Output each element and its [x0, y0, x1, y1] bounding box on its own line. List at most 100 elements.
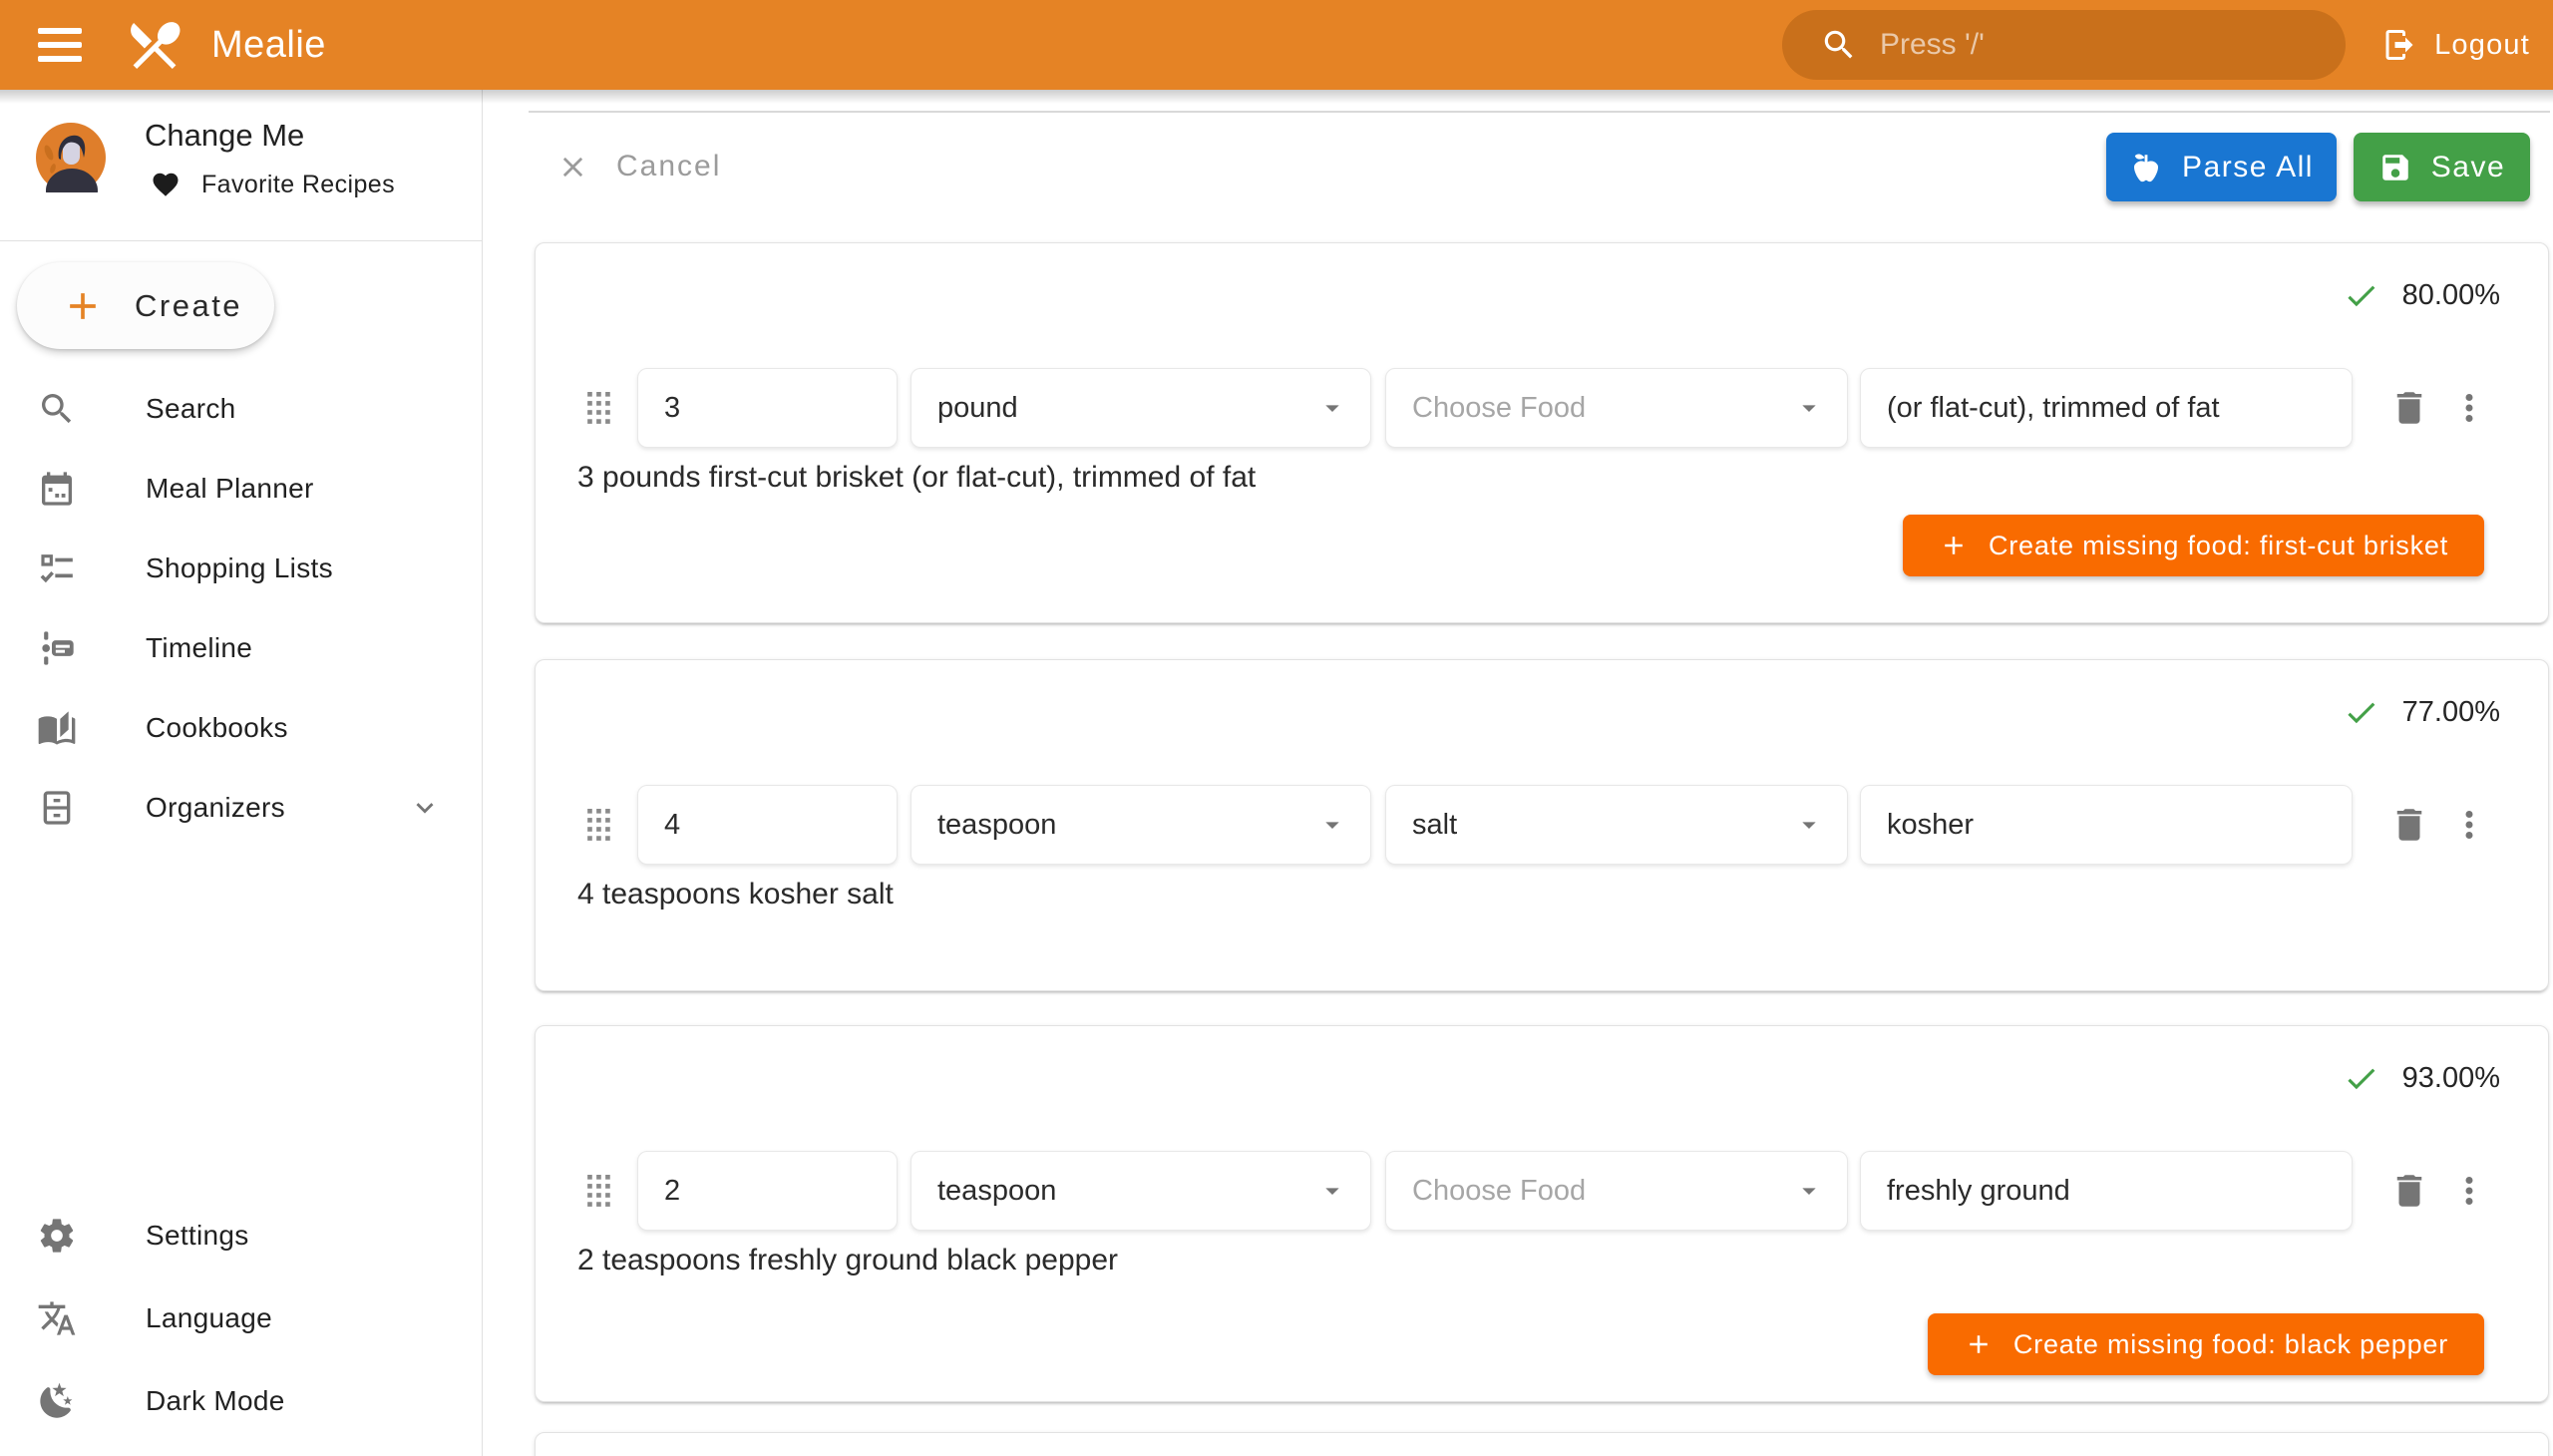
chevron-down-icon: [1316, 809, 1348, 841]
save-label: Save: [2431, 151, 2505, 184]
sidebar-item-organizers[interactable]: Organizers: [0, 768, 482, 848]
unit-value: teaspoon: [937, 809, 1056, 842]
sidebar-item-meal-planner[interactable]: Meal Planner: [0, 449, 482, 529]
chevron-down-icon[interactable]: [408, 791, 442, 825]
more-options-icon[interactable]: [2448, 804, 2490, 846]
confidence-indicator: 93.00%: [2343, 1060, 2500, 1097]
favorite-recipes-link[interactable]: Favorite Recipes: [151, 167, 395, 202]
gear-icon: [37, 1216, 77, 1256]
create-missing-food-label: Create missing food: black pepper: [2013, 1329, 2448, 1360]
magnify-icon: [37, 389, 77, 429]
logout-icon: [2381, 27, 2417, 63]
sidebar-item-label: Organizers: [146, 792, 285, 824]
drag-handle-icon[interactable]: [587, 1175, 610, 1207]
ingredient-card: 80.00% pound Choose Food 3 pounds first-…: [535, 242, 2549, 623]
ingredient-fields-row: pound Choose Food: [536, 368, 2548, 448]
confidence-indicator: 77.00%: [2343, 694, 2500, 731]
food-placeholder: Choose Food: [1412, 1175, 1586, 1208]
confidence-indicator: 80.00%: [2343, 277, 2500, 314]
sidebar-item-search[interactable]: Search: [0, 369, 482, 449]
moon-icon: [37, 1381, 77, 1421]
unit-value: pound: [937, 392, 1018, 425]
food-select[interactable]: Choose Food: [1385, 1151, 1848, 1231]
menu-icon[interactable]: [38, 28, 82, 62]
parse-all-button[interactable]: Parse All: [2106, 133, 2337, 201]
chevron-down-icon: [1316, 1175, 1348, 1207]
unit-value: teaspoon: [937, 1175, 1056, 1208]
drag-handle-icon[interactable]: [587, 809, 610, 841]
ingredient-parser-panel: Cancel Parse All Save 80.00% pound: [483, 90, 2553, 1456]
sidebar-item-label: Shopping Lists: [146, 552, 333, 584]
delete-icon[interactable]: [2388, 387, 2430, 429]
check-icon: [2343, 277, 2379, 314]
sidebar-item-cookbooks[interactable]: Cookbooks: [0, 688, 482, 768]
sidebar-nav: Search Meal Planner Shopping Lists Timel…: [0, 369, 482, 848]
search-input[interactable]: [1880, 28, 2316, 62]
sidebar-item-settings[interactable]: Settings: [0, 1194, 482, 1276]
global-search[interactable]: [1782, 10, 2346, 80]
sidebar-item-label: Language: [146, 1302, 272, 1334]
cabinet-icon: [37, 788, 77, 828]
search-icon: [1820, 26, 1858, 64]
logout-label: Logout: [2434, 29, 2530, 62]
sidebar-item-label: Search: [146, 393, 236, 425]
food-select[interactable]: Choose Food: [1385, 368, 1848, 448]
sidebar-item-label: Settings: [146, 1220, 249, 1252]
create-missing-food-label: Create missing food: first-cut brisket: [1989, 531, 2448, 561]
create-missing-food-button[interactable]: Create missing food: first-cut brisket: [1903, 515, 2484, 576]
quantity-input[interactable]: [637, 1151, 898, 1231]
ingredient-card: 93.00% teaspoon Choose Food 2 teaspoons …: [535, 1025, 2549, 1402]
sidebar-item-language[interactable]: Language: [0, 1276, 482, 1359]
cancel-button[interactable]: Cancel: [556, 137, 721, 196]
apple-icon: [2129, 151, 2163, 184]
parse-all-label: Parse All: [2182, 151, 2314, 184]
create-missing-food-button[interactable]: Create missing food: black pepper: [1928, 1313, 2484, 1375]
create-button-label: Create: [135, 288, 242, 324]
drag-handle-icon[interactable]: [587, 392, 610, 424]
chevron-down-icon: [1793, 392, 1825, 424]
avatar[interactable]: [36, 123, 106, 192]
note-input[interactable]: [1860, 368, 2353, 448]
food-placeholder: Choose Food: [1412, 392, 1586, 425]
chevron-down-icon: [1793, 809, 1825, 841]
plus-icon: [1964, 1329, 1994, 1359]
sidebar-item-dark-mode[interactable]: Dark Mode: [0, 1359, 482, 1442]
chevron-down-icon: [1793, 1175, 1825, 1207]
sidebar-divider: [0, 240, 482, 241]
check-icon: [2343, 1060, 2379, 1097]
sidebar-item-label: Meal Planner: [146, 473, 314, 505]
favorite-recipes-label: Favorite Recipes: [201, 171, 395, 199]
checklist-icon: [37, 548, 77, 588]
app-bar: Mealie Logout: [0, 0, 2553, 90]
sidebar-item-shopping-lists[interactable]: Shopping Lists: [0, 529, 482, 608]
user-name: Change Me: [145, 118, 304, 154]
original-ingredient-text: 4 teaspoons kosher salt: [577, 878, 894, 911]
unit-select[interactable]: teaspoon: [911, 785, 1371, 865]
ingredient-fields-row: teaspoon salt: [536, 785, 2548, 865]
app-title[interactable]: Mealie: [211, 24, 326, 67]
heart-icon: [151, 170, 181, 199]
sidebar-item-timeline[interactable]: Timeline: [0, 608, 482, 688]
calendar-icon: [37, 469, 77, 509]
save-button[interactable]: Save: [2354, 133, 2530, 201]
logout-button[interactable]: Logout: [2381, 0, 2530, 90]
unit-select[interactable]: pound: [911, 368, 1371, 448]
create-button[interactable]: Create: [17, 262, 274, 349]
original-ingredient-text: 2 teaspoons freshly ground black pepper: [577, 1244, 1118, 1277]
delete-icon[interactable]: [2388, 804, 2430, 846]
more-options-icon[interactable]: [2448, 1170, 2490, 1212]
note-input[interactable]: [1860, 785, 2353, 865]
note-input[interactable]: [1860, 1151, 2353, 1231]
section-divider: [529, 111, 2550, 113]
more-options-icon[interactable]: [2448, 387, 2490, 429]
book-open-icon: [37, 708, 77, 748]
food-select[interactable]: salt: [1385, 785, 1848, 865]
quantity-input[interactable]: [637, 368, 898, 448]
translate-icon: [37, 1298, 77, 1338]
ingredient-card: 77.00% teaspoon salt 4 teaspoons kosher …: [535, 659, 2549, 991]
unit-select[interactable]: teaspoon: [911, 1151, 1371, 1231]
mealie-logo-icon[interactable]: [124, 14, 185, 76]
sidebar-item-label: Dark Mode: [146, 1385, 285, 1417]
quantity-input[interactable]: [637, 785, 898, 865]
delete-icon[interactable]: [2388, 1170, 2430, 1212]
